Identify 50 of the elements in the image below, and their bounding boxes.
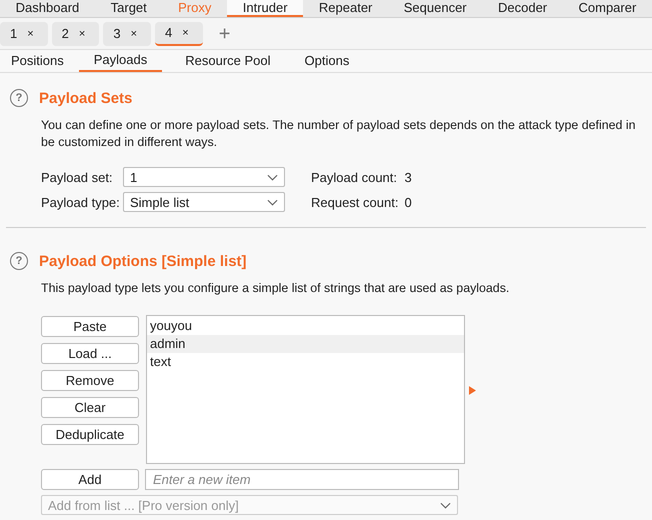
- close-icon[interactable]: ×: [130, 28, 138, 40]
- section-title: Payload Options [Simple list]: [39, 252, 247, 270]
- tab[interactable]: Decoder: [482, 0, 563, 17]
- dropdown[interactable]: 1: [123, 167, 285, 187]
- close-icon[interactable]: ×: [27, 28, 34, 40]
- add-tab-icon[interactable]: +: [218, 24, 230, 44]
- tab[interactable]: Dashboard: [0, 0, 95, 17]
- expand-arrow-icon[interactable]: [469, 386, 476, 395]
- description-text: This payload type lets you configure a simple list of strings that are used as payloads.: [41, 281, 510, 295]
- caret-icon: [267, 174, 278, 180]
- tab[interactable]: Positions: [0, 50, 75, 72]
- help-icon[interactable]: ?: [10, 252, 28, 270]
- help-icon[interactable]: ?: [10, 89, 28, 107]
- tab[interactable]: 3 ×: [103, 22, 152, 46]
- list-item[interactable]: youyou: [147, 317, 464, 335]
- add-button[interactable]: Add: [41, 469, 139, 490]
- field-label: Payload set:: [41, 170, 114, 184]
- tab[interactable]: Intruder: [227, 0, 304, 17]
- tab[interactable]: Repeater: [303, 0, 388, 17]
- action-button[interactable]: Remove: [41, 370, 139, 391]
- description-text: You can define one or more payload sets. The number of payload sets depends on the attack type defined in: [41, 117, 636, 134]
- count-value: 3: [404, 170, 412, 184]
- action-button[interactable]: Load ...: [41, 343, 139, 364]
- description-text: be customized in different ways.: [41, 134, 218, 151]
- dropdown[interactable]: Simple list: [123, 192, 285, 212]
- caret-icon: [267, 198, 278, 206]
- close-icon[interactable]: ×: [182, 26, 189, 38]
- tab[interactable]: Target: [94, 0, 162, 17]
- list-item[interactable]: text: [147, 353, 464, 371]
- close-icon[interactable]: ×: [78, 28, 86, 40]
- action-button[interactable]: Paste: [41, 316, 139, 337]
- tab[interactable]: Resource Pool: [174, 50, 282, 72]
- count-label: Request count:: [311, 194, 398, 210]
- payload-list[interactable]: youyou admin text: [146, 315, 465, 464]
- action-button[interactable]: Clear: [41, 397, 139, 418]
- count-label: Payload count:: [311, 170, 398, 184]
- tab[interactable]: Payloads: [78, 50, 162, 72]
- field-label: Payload type:: [41, 194, 121, 210]
- new-item-field[interactable]: Enter a new item: [145, 469, 459, 490]
- list-item[interactable]: admin: [147, 335, 464, 353]
- tab[interactable]: 1 ×: [0, 22, 48, 46]
- tab[interactable]: Comparer: [562, 0, 652, 17]
- section-title: Payload Sets: [39, 90, 132, 106]
- tab[interactable]: Sequencer: [388, 0, 482, 17]
- caret-icon: [440, 502, 451, 508]
- tab[interactable]: 4 ×: [155, 22, 203, 46]
- action-button[interactable]: Deduplicate: [41, 424, 139, 445]
- count-value: 0: [404, 194, 412, 210]
- tab[interactable]: Options: [294, 50, 360, 72]
- tab[interactable]: 2 ×: [52, 22, 100, 46]
